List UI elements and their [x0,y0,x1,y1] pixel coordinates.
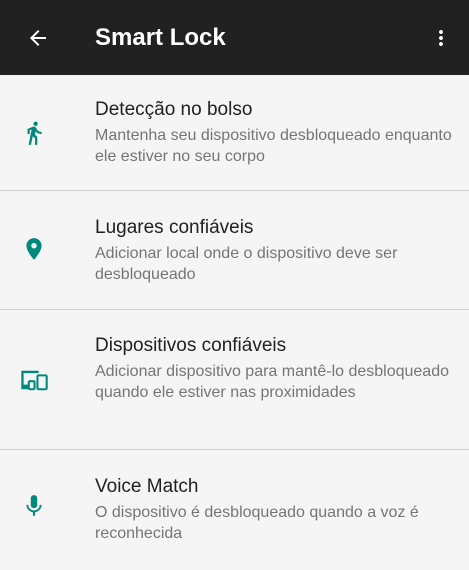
arrow-back-icon[interactable] [22,22,54,54]
location-pin-icon [18,233,50,265]
item-title: Dispositivos confiáveis [95,335,287,356]
trusted-devices-item[interactable]: Dispositivos confiáveis Adicionar dispos… [0,310,469,449]
on-body-detection-item[interactable]: Detecção no bolso Mantenha seu dispositi… [0,75,469,190]
item-title: Detecção no bolso [95,99,253,120]
voice-match-item[interactable]: Voice Match O dispositivo é desbloqueado… [0,450,469,570]
more-vert-icon[interactable] [426,22,456,54]
page-title: Smart Lock [95,24,226,51]
walking-person-icon [18,117,50,149]
microphone-icon [18,490,50,522]
devices-icon [18,364,50,396]
trusted-places-item[interactable]: Lugares confiáveis Adicionar local onde … [0,191,469,309]
smart-lock-options-list: Detecção no bolso Mantenha seu dispositi… [0,75,469,570]
item-title: Lugares confiáveis [95,217,254,238]
item-summary: Mantenha seu dispositivo desbloqueado en… [95,127,452,165]
app-bar: Smart Lock [0,0,469,75]
item-summary: Adicionar dispositivo para mantê-lo desb… [95,363,449,401]
item-summary: O dispositivo é desbloqueado quando a vo… [95,504,419,542]
item-title: Voice Match [95,476,199,497]
item-summary: Adicionar local onde o dispositivo deve … [95,245,398,283]
